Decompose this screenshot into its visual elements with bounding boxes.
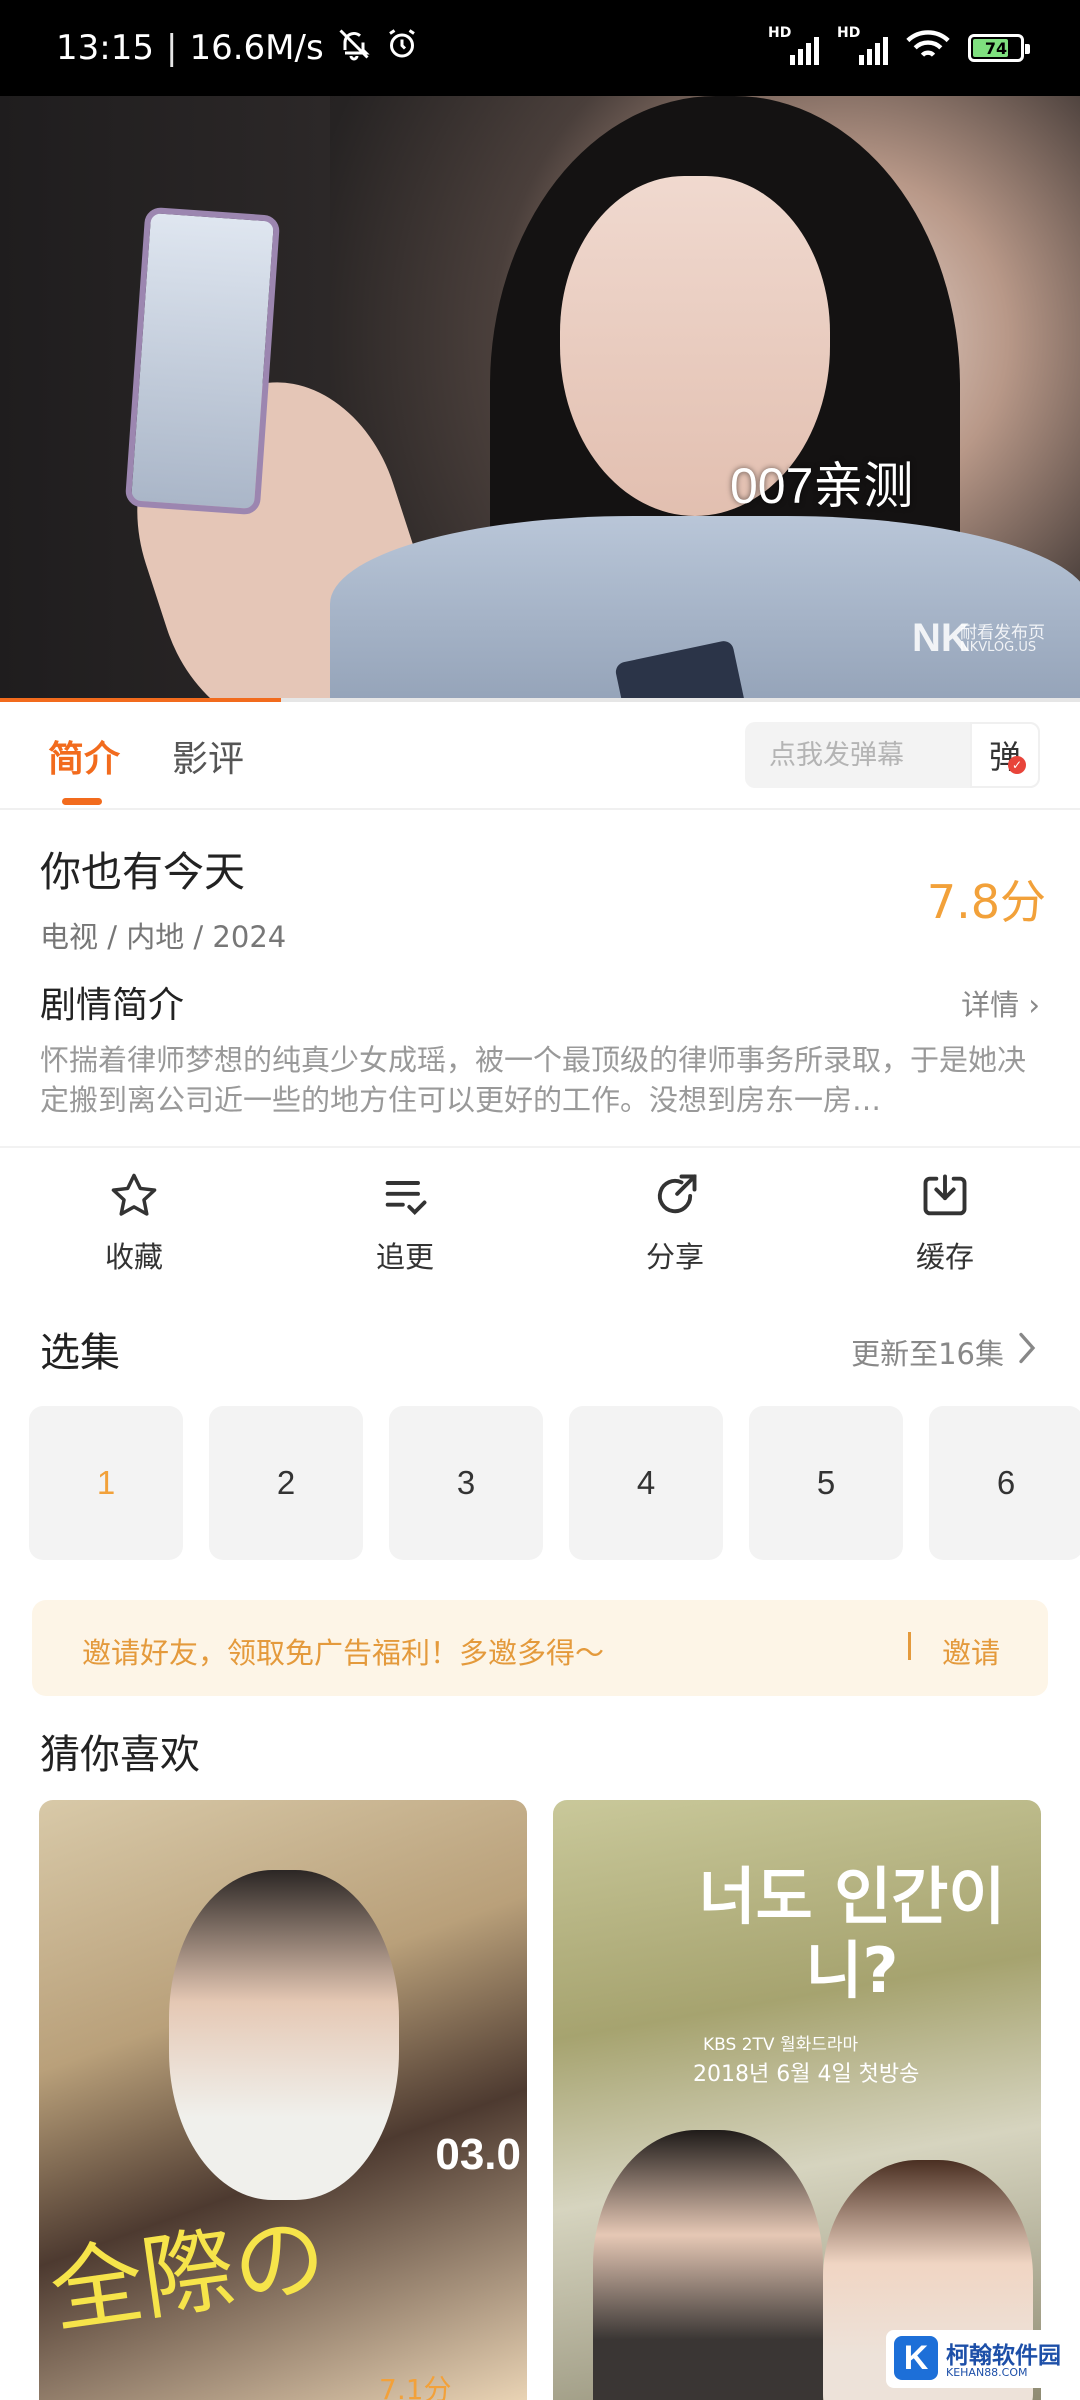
tab-indicator: [62, 798, 102, 805]
show-score: 7.8分: [926, 875, 1046, 929]
favorite-label: 收藏: [104, 1240, 163, 1274]
favorite-button[interactable]: 收藏: [64, 1170, 204, 1276]
video-logo: NK 耐看发布页 NKVLOG.US: [912, 616, 1045, 660]
episode-item[interactable]: 6: [929, 1406, 1080, 1560]
danmu-input[interactable]: [745, 722, 970, 788]
action-bar: 收藏 追更 分享 缓存: [0, 1170, 1080, 1290]
share-button[interactable]: 分享: [605, 1170, 745, 1276]
follow-button[interactable]: 追更: [335, 1170, 475, 1276]
wifi-icon: [906, 29, 950, 67]
download-icon: [875, 1170, 1015, 1222]
episode-item[interactable]: 4: [569, 1406, 723, 1560]
show-title: 你也有今天: [40, 848, 245, 896]
battery-level: 74: [984, 38, 1008, 58]
recommend-poster[interactable]: 03.0 全際の 7.1分: [39, 1800, 527, 2400]
recommend-title: 猜你喜欢: [40, 1732, 200, 1778]
poster-art-text: 全際の: [44, 2202, 333, 2347]
status-bar: 13:15 | 16.6M/s HD HD 74: [0, 0, 1080, 96]
poster-rating: 7.1分: [379, 2373, 452, 2400]
bell-muted-icon: [336, 26, 372, 71]
danmu-bar: 弹 ✓: [745, 722, 1040, 788]
invite-banner[interactable]: 邀请好友，领取免广告福利！多邀多得～ 邀请: [32, 1600, 1048, 1696]
video-watermark: 007亲测: [730, 458, 914, 514]
episode-list: 1 2 3 4 5 6: [29, 1406, 1080, 1562]
cache-label: 缓存: [915, 1240, 974, 1274]
share-label: 分享: [645, 1240, 704, 1274]
episode-item[interactable]: 3: [389, 1406, 543, 1560]
status-right: HD HD 74: [768, 0, 1030, 96]
episode-item[interactable]: 2: [209, 1406, 363, 1560]
chevron-right-icon: [1014, 1330, 1040, 1373]
status-left: 13:15 | 16.6M/s: [56, 0, 420, 96]
plot-title: 剧情简介: [40, 985, 185, 1026]
episodes-title: 选集: [40, 1330, 120, 1376]
signal-2-icon: HD: [837, 25, 888, 65]
plot-details-link[interactable]: 详情 ›: [961, 982, 1040, 1024]
cache-button[interactable]: 缓存: [875, 1170, 1015, 1276]
list-check-icon: [335, 1170, 475, 1222]
invite-button[interactable]: 邀请: [942, 1630, 1000, 1672]
detail-tabs: 简介 影评 弹 ✓: [0, 702, 1080, 810]
danmu-toggle-button[interactable]: 弹 ✓: [970, 722, 1040, 788]
status-network-speed: 16.6M/s: [189, 28, 324, 68]
episode-item[interactable]: 1: [29, 1406, 183, 1560]
recommend-poster[interactable]: 너도 인간이니? KBS 2TV 월화드라마 2018년 6월 4일 첫방송: [553, 1800, 1041, 2400]
share-icon: [605, 1170, 745, 1222]
poster-art-title: 너도 인간이니?: [698, 1860, 1006, 2007]
tab-reviews[interactable]: 影评: [172, 730, 244, 782]
invite-text: 邀请好友，领取免广告福利！多邀多得～: [82, 1636, 605, 1670]
poster-art-subtitle: KBS 2TV 월화드라마: [703, 2035, 859, 2055]
episodes-update-text: 更新至16集: [851, 1336, 1004, 1371]
chevron-right-icon: ›: [1028, 988, 1040, 1022]
poster-art-date: 2018년 6월 4일 첫방송: [693, 2062, 920, 2087]
status-separator: |: [165, 28, 178, 68]
episode-item[interactable]: 5: [749, 1406, 903, 1560]
signal-1-icon: HD: [768, 25, 819, 65]
plot-description[interactable]: 怀揣着律师梦想的纯真少女成瑶，被一个最顶级的律师事务所录取，于是她决定搬到离公司…: [40, 1040, 1040, 1120]
tab-intro[interactable]: 简介: [48, 730, 120, 782]
video-frame-phone: [124, 206, 281, 516]
video-player[interactable]: 007亲测 NK 耐看发布页 NKVLOG.US: [0, 96, 1080, 700]
battery-icon: 74: [968, 34, 1030, 62]
follow-label: 追更: [375, 1240, 434, 1274]
alarm-icon: [384, 26, 420, 71]
check-badge-icon: ✓: [1008, 756, 1026, 774]
section-divider: [0, 1146, 1080, 1148]
plot-details-label: 详情: [961, 988, 1020, 1022]
poster-art-date: 03.0: [435, 2130, 521, 2179]
show-meta: 电视 / 内地 / 2024: [40, 920, 287, 954]
episodes-more-link[interactable]: 更新至16集: [851, 1330, 1040, 1373]
invite-divider: [908, 1632, 911, 1660]
site-watermark-logo: K 柯翰软件园 KEHAN88.COM: [886, 2330, 1066, 2388]
status-time: 13:15: [56, 28, 154, 68]
star-icon: [64, 1170, 204, 1222]
